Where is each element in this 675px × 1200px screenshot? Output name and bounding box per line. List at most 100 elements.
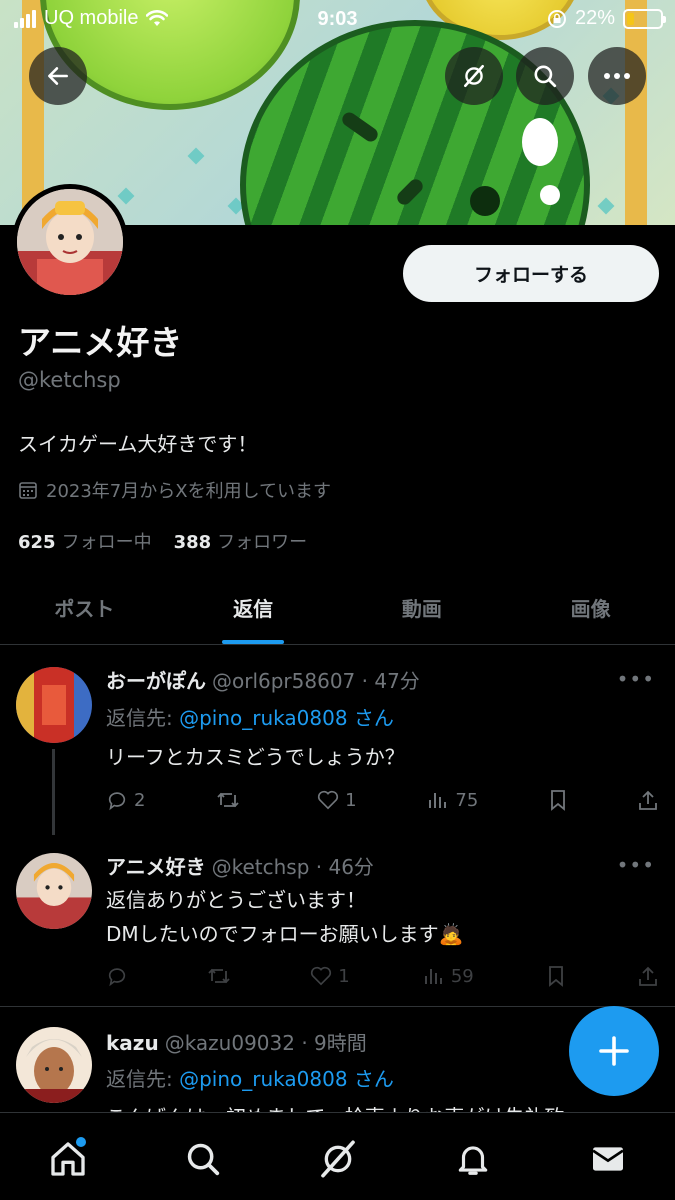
follow-button[interactable]: フォローする [403,245,659,302]
profile-display-name: アニメ好き [18,323,183,362]
nav-grok[interactable] [314,1135,362,1183]
tab-images[interactable]: 画像 [506,570,675,644]
following-label: フォロー中 [61,532,152,553]
following-link[interactable]: 625 フォロー中 [18,528,152,554]
post-avatar[interactable] [16,667,92,743]
joined-text: 2023年7月からXを利用しています [46,481,332,502]
battery-icon [623,8,666,29]
search-icon [187,1143,219,1176]
mail-icon [591,1147,624,1171]
post-avatar[interactable] [16,853,92,929]
tab-videos[interactable]: 動画 [338,570,507,644]
reply-button[interactable]: 2 [106,789,145,811]
nav-home[interactable] [44,1135,92,1183]
share-button[interactable] [638,789,658,811]
followers-link[interactable]: 388 フォロワー [174,528,308,554]
post-header: アニメ好き @ketchsp · 46分 [106,851,374,880]
reply-count: 2 [134,789,146,811]
views-count: 75 [455,789,479,811]
followers-label: フォロワー [217,532,308,553]
bookmark-button[interactable] [549,789,567,811]
profile-avatar[interactable] [12,184,128,300]
post-more-icon[interactable]: ••• [617,667,655,691]
search-icon [534,65,557,88]
heart-icon [318,790,339,810]
grok-icon [320,1140,355,1178]
like-count: 1 [338,965,350,987]
profile-bio: スイカゲーム大好きです！ [18,432,258,456]
reply-to-link[interactable]: @pino_ruka0808 さん [179,1067,394,1091]
calendar-icon [19,482,37,499]
avatar-image [16,667,92,743]
nav-messages[interactable] [584,1135,632,1183]
views-button[interactable]: 75 [427,789,478,811]
tab-label: 動画 [401,596,442,621]
thread-connector [52,749,55,835]
avatar-image [17,189,123,295]
like-button[interactable]: 1 [317,789,357,811]
nav-notifications[interactable] [449,1135,497,1183]
bookmark-button[interactable] [547,965,565,987]
repost-button[interactable] [207,965,237,987]
post-actions: 1 59 [106,965,658,987]
post-item[interactable]: おーがぽん @orl6pr58607 · 47分 ••• 返信先: @pino_r… [0,645,675,835]
avatar-image [16,1027,92,1103]
post-meta: @ketchsp · 46分 [211,855,374,879]
bottom-navigation [0,1112,675,1200]
post-text-line-2: DMしたいのでフォローお願いします🙇 [106,922,464,946]
status-bar: UQ mobile 9:03 22% [0,0,675,40]
like-count: 1 [345,789,357,811]
reply-prefix: 返信先: [106,706,180,730]
bookmark-icon [548,966,563,987]
post-item[interactable]: アニメ好き @ketchsp · 46分 ••• 返信ありがとうございます！ DM… [0,835,675,1005]
reply-icon [108,968,126,987]
active-tab-indicator [222,640,285,644]
following-count: 625 [18,532,56,553]
post-more-icon[interactable]: ••• [617,853,655,877]
post-author-name[interactable]: おーがぽん [106,669,206,693]
back-button[interactable] [29,47,87,105]
reply-to-line: 返信先: @pino_ruka0808 さん [106,1063,394,1092]
search-button[interactable] [516,47,574,105]
more-options-button[interactable] [588,47,646,105]
repost-icon [217,792,239,808]
share-button[interactable] [638,965,658,987]
reply-icon [108,792,126,811]
compose-button[interactable] [569,1006,659,1096]
analytics-icon [424,969,442,984]
nav-search[interactable] [179,1135,227,1183]
views-count: 59 [450,965,474,987]
profile-handle: @ketchsp [18,368,121,392]
tab-replies[interactable]: 返信 [169,570,338,644]
share-icon [639,966,657,986]
post-author-name[interactable]: アニメ好き [106,855,206,879]
grok-button[interactable] [445,47,503,105]
post-header: kazu @kazu09032 · 9時間 [106,1027,367,1056]
post-header: おーがぽん @orl6pr58607 · 47分 [106,665,420,694]
more-horizontal-icon [604,73,630,79]
bookmark-icon [551,790,566,811]
views-button[interactable]: 59 [423,965,474,987]
back-arrow-icon [48,67,68,85]
post-avatar[interactable] [16,1027,92,1103]
grok-icon [464,64,484,88]
battery-percent: 22% [574,7,615,29]
plus-icon [599,1036,629,1066]
post-meta: @kazu09032 · 9時間 [164,1031,367,1055]
joined-date: 2023年7月からXを利用しています [18,477,331,503]
like-button[interactable]: 1 [310,965,350,987]
repost-button[interactable] [216,789,246,811]
post-text-line-1: 返信ありがとうございます！ [106,888,366,912]
profile-tabs: ポスト 返信 動画 画像 [0,570,675,645]
post-meta: @orl6pr58607 · 47分 [212,669,420,693]
post-author-name[interactable]: kazu [106,1031,159,1055]
bell-icon [458,1146,487,1175]
heart-icon [311,966,332,986]
tab-label: ポスト [54,596,115,621]
tab-posts[interactable]: ポスト [0,570,169,644]
reply-button[interactable] [106,965,134,987]
reply-to-link[interactable]: @pino_ruka0808 さん [179,706,394,730]
repost-icon [208,968,230,984]
avatar-image [16,853,92,929]
reply-to-line: 返信先: @pino_ruka0808 さん [106,702,394,731]
